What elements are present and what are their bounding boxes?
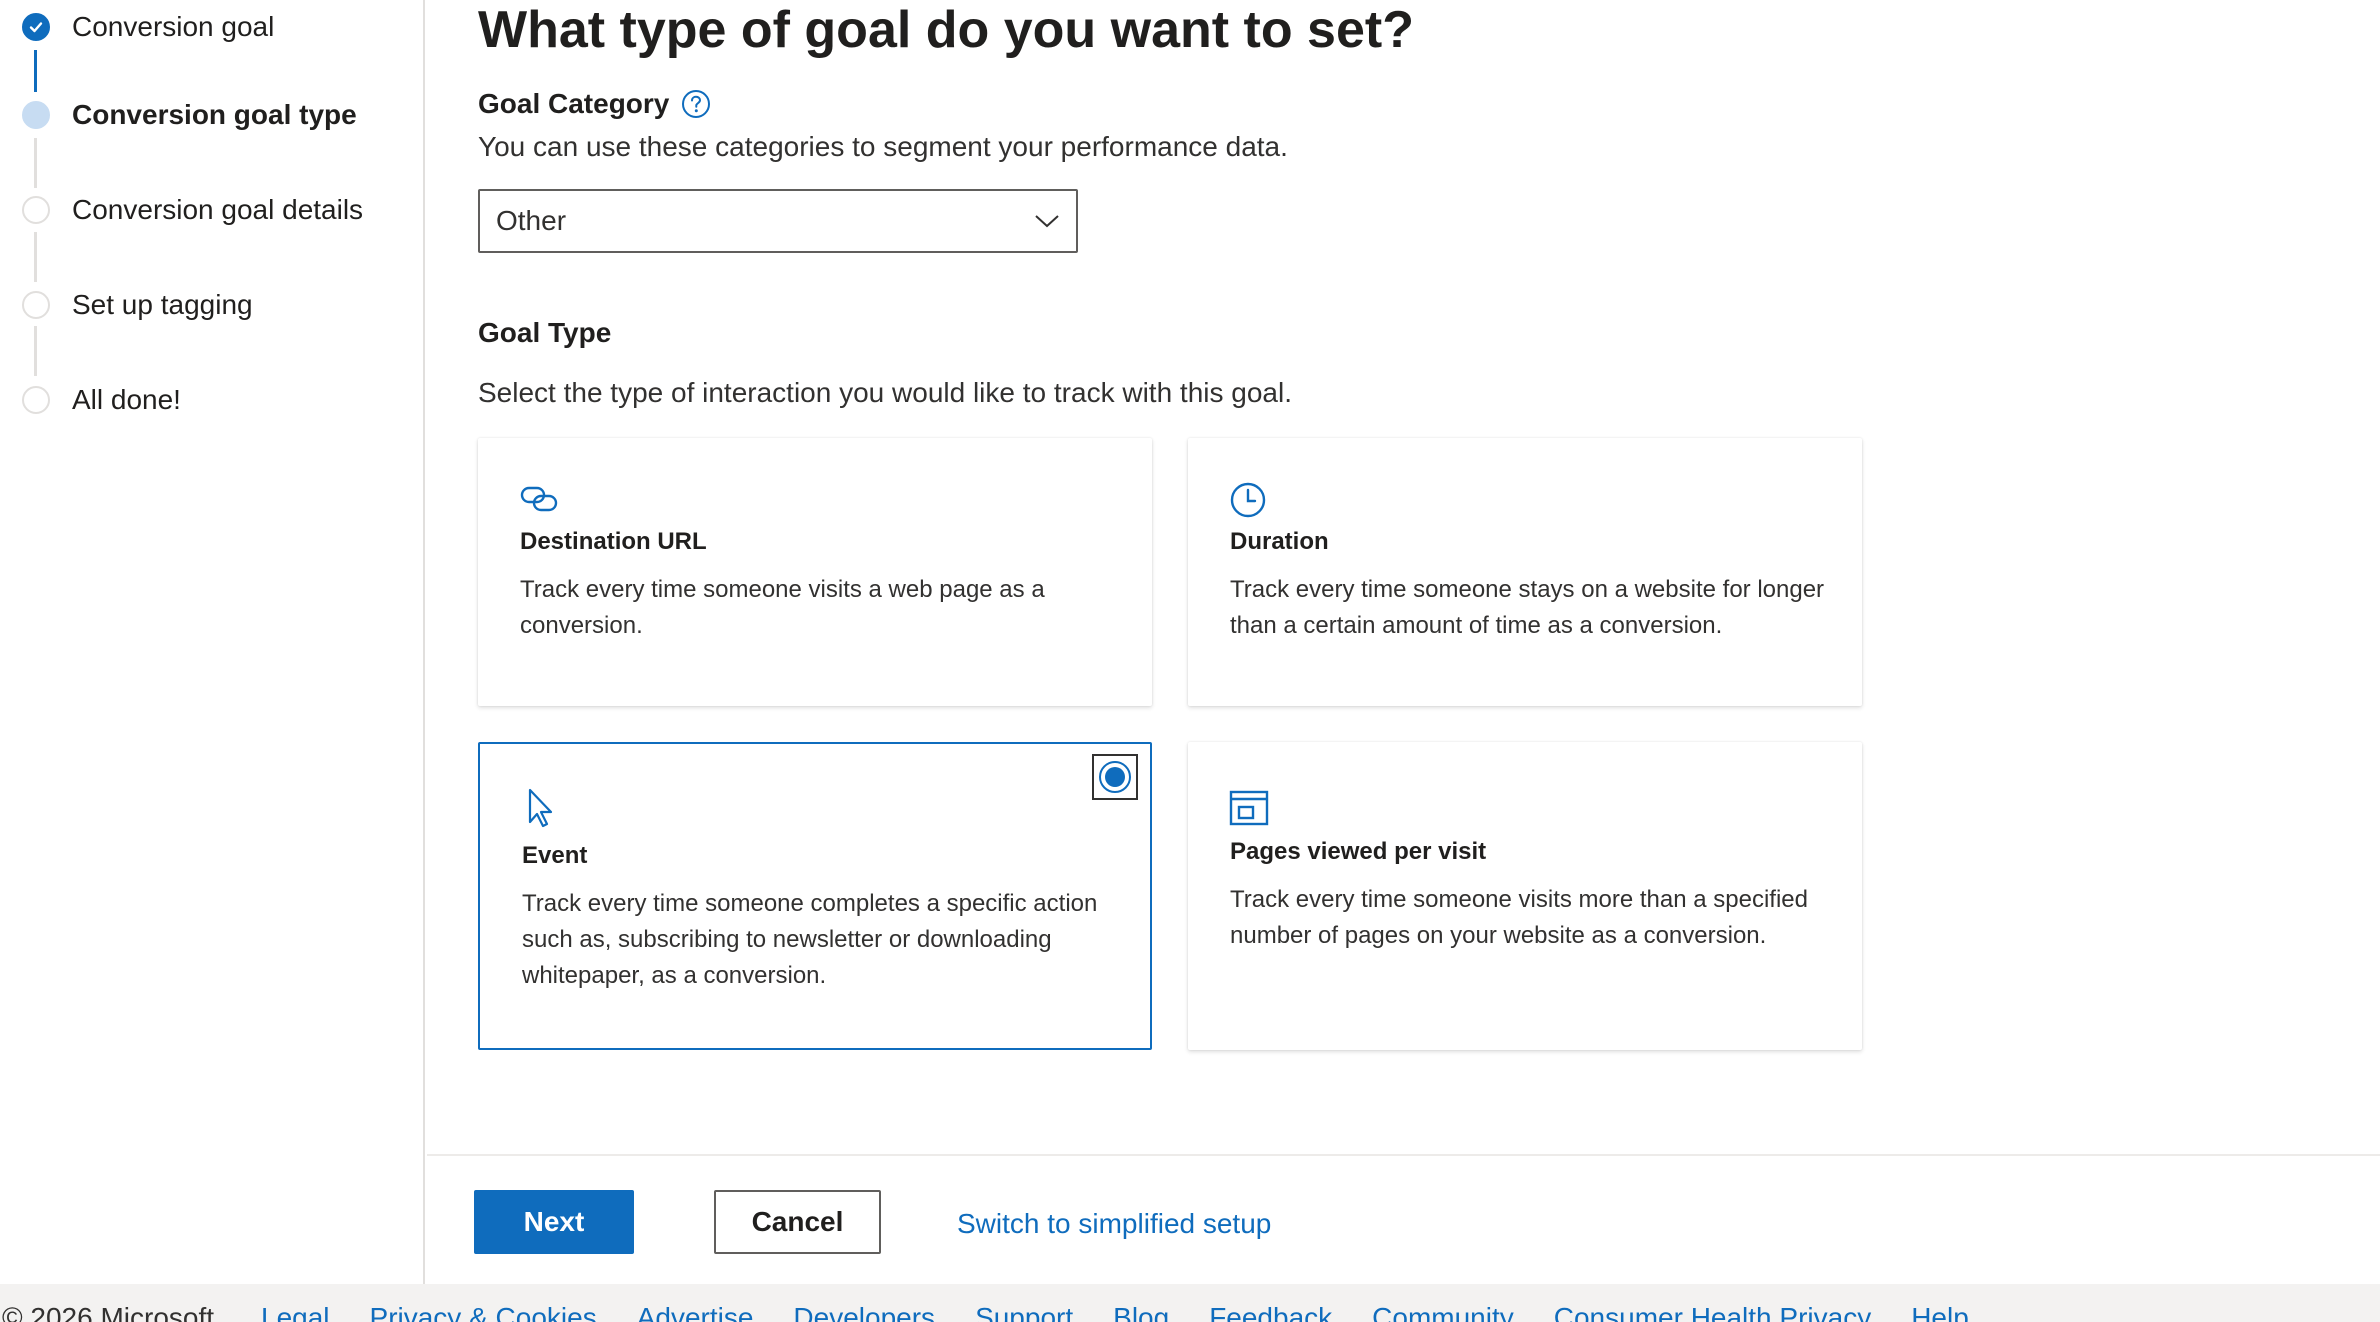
step-pending-indicator xyxy=(22,196,50,224)
step-label: Conversion goal type xyxy=(72,99,357,130)
link-icon xyxy=(520,486,558,512)
switch-to-simplified-setup-link[interactable]: Switch to simplified setup xyxy=(957,1208,1271,1240)
action-bar: Next Cancel Switch to simplified setup xyxy=(427,1154,2380,1284)
card-title: Event xyxy=(522,842,588,869)
goal-category-dropdown[interactable]: Other xyxy=(478,189,1078,253)
goal-type-card-duration[interactable]: Duration Track every time someone stays … xyxy=(1188,438,1862,706)
step-conversion-goal-type[interactable]: Conversion goal type xyxy=(22,99,357,131)
goal-type-title: Goal Type xyxy=(478,317,612,348)
step-current-indicator xyxy=(22,101,50,129)
page-footer: © 2026 Microsoft Legal Privacy & Cookies… xyxy=(0,1284,2380,1322)
footer-link-feedback[interactable]: Feedback xyxy=(1209,1302,1332,1322)
footer-link-advertise[interactable]: Advertise xyxy=(637,1302,754,1322)
step-label: Conversion goal xyxy=(72,11,275,42)
step-set-up-tagging[interactable]: Set up tagging xyxy=(22,289,253,321)
goal-category-title: Goal Category xyxy=(478,88,670,119)
card-title: Pages viewed per visit xyxy=(1230,838,1487,865)
card-description: Track every time someone completes a spe… xyxy=(522,890,1098,989)
step-connector xyxy=(34,138,37,188)
step-pending-indicator xyxy=(22,291,50,319)
page-title: What type of goal do you want to set? xyxy=(478,1,1414,59)
page-root: Conversion goal Conversion goal type Con… xyxy=(0,0,2380,1322)
goal-type-card-destination-url[interactable]: Destination URL Track every time someone… xyxy=(478,438,1152,706)
clock-icon xyxy=(1230,482,1266,518)
step-connector xyxy=(34,326,37,376)
card-radio-button[interactable] xyxy=(1092,754,1138,800)
step-label: Set up tagging xyxy=(72,289,253,320)
step-connector xyxy=(34,50,37,92)
step-all-done[interactable]: All done! xyxy=(22,384,181,416)
card-title: Duration xyxy=(1230,528,1329,555)
step-connector xyxy=(34,232,37,282)
goal-type-description: Select the type of interaction you would… xyxy=(478,377,1292,408)
step-pending-indicator xyxy=(22,386,50,414)
step-conversion-goal-details[interactable]: Conversion goal details xyxy=(22,194,363,226)
step-conversion-goal[interactable]: Conversion goal xyxy=(22,11,274,43)
checkmark-icon xyxy=(22,13,50,41)
step-label: Conversion goal details xyxy=(72,194,364,225)
footer-link-community[interactable]: Community xyxy=(1372,1302,1514,1322)
footer-link-developers[interactable]: Developers xyxy=(793,1302,935,1322)
goal-category-heading: Goal Category xyxy=(478,88,711,120)
goal-type-card-pages-viewed[interactable]: Pages viewed per visit Track every time … xyxy=(1188,742,1862,1050)
card-title: Destination URL xyxy=(520,528,707,555)
footer-link-consumer-health-privacy[interactable]: Consumer Health Privacy xyxy=(1554,1302,1871,1322)
goal-category-value: Other xyxy=(496,205,567,236)
goal-type-card-event[interactable]: Event Track every time someone completes… xyxy=(478,742,1152,1050)
footer-link-legal[interactable]: Legal xyxy=(261,1302,330,1322)
cursor-icon xyxy=(528,788,553,828)
cancel-button[interactable]: Cancel xyxy=(714,1190,881,1254)
footer-link-privacy-cookies[interactable]: Privacy & Cookies xyxy=(370,1302,597,1322)
card-description: Track every time someone stays on a webs… xyxy=(1230,576,1825,639)
footer-links: Legal Privacy & Cookies Advertise Develo… xyxy=(261,1302,2009,1322)
chevron-down-icon xyxy=(1035,215,1059,228)
step-label: All done! xyxy=(72,384,181,415)
footer-link-help[interactable]: Help xyxy=(1911,1302,1969,1322)
next-button[interactable]: Next xyxy=(474,1190,634,1254)
question-circle-icon[interactable] xyxy=(681,89,711,119)
radio-fill xyxy=(1105,767,1125,787)
progress-stepper: Conversion goal Conversion goal type Con… xyxy=(0,0,425,1284)
radio-ring xyxy=(1099,761,1131,793)
card-description: Track every time someone visits a web pa… xyxy=(520,576,1045,639)
card-description: Track every time someone visits more tha… xyxy=(1230,886,1809,949)
footer-link-support[interactable]: Support xyxy=(975,1302,1073,1322)
copyright-text: © 2026 Microsoft xyxy=(2,1302,215,1322)
goal-category-description: You can use these categories to segment … xyxy=(478,131,1288,162)
pages-icon xyxy=(1229,790,1269,826)
footer-link-blog[interactable]: Blog xyxy=(1113,1302,1169,1322)
